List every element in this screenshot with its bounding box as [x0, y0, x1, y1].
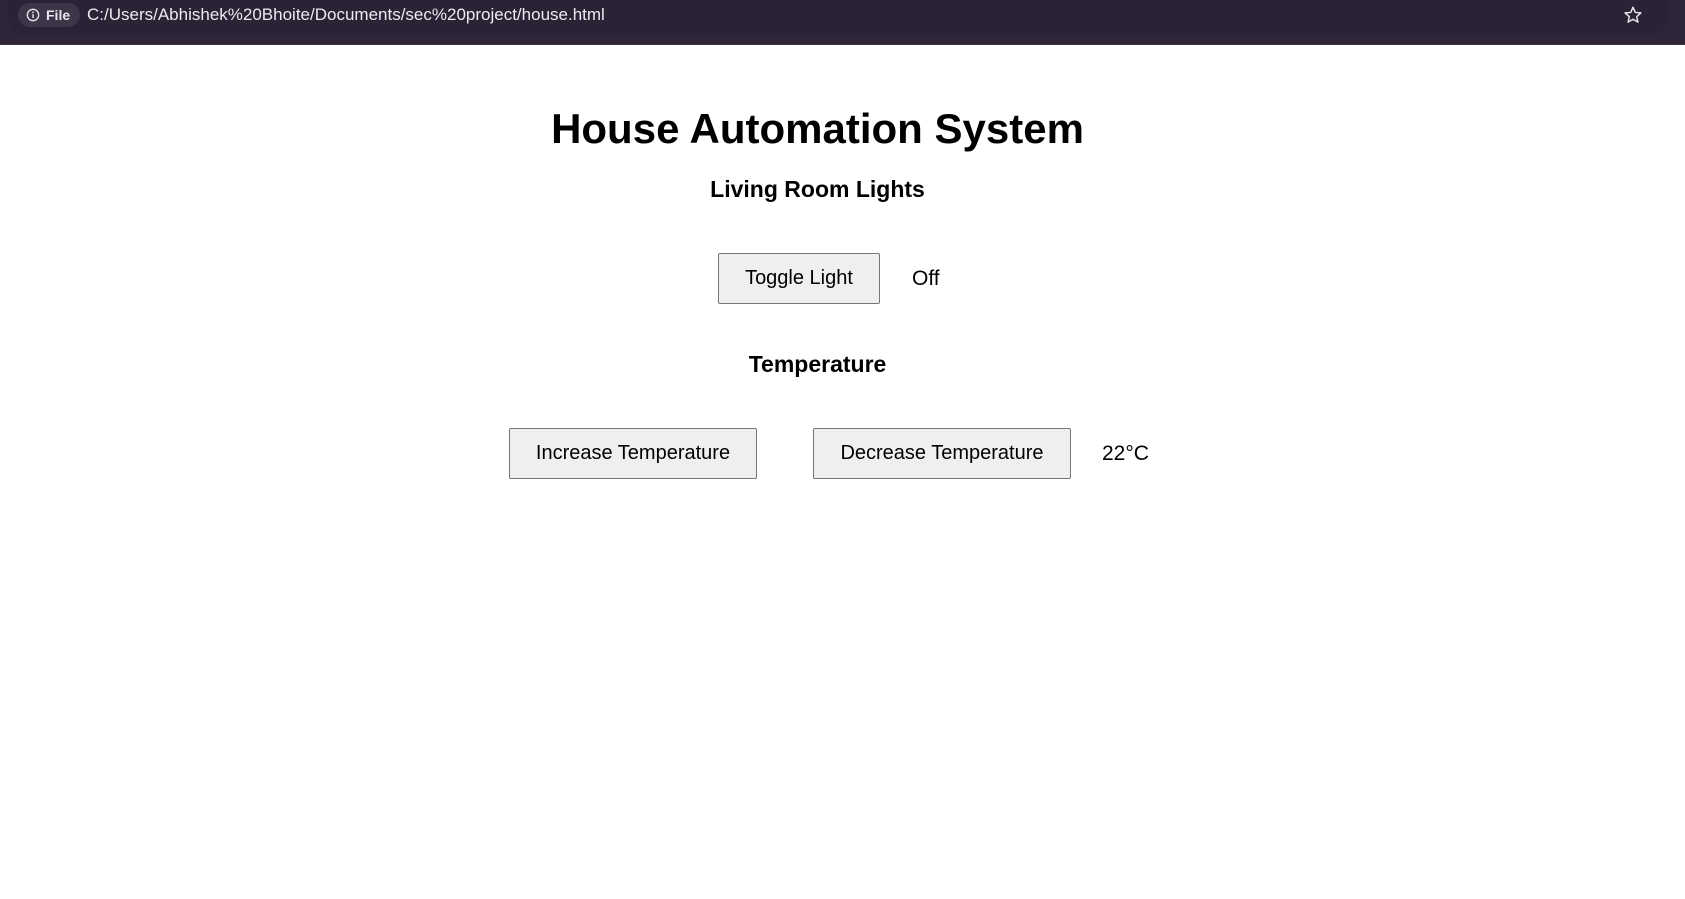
browser-toolbar: File C:/Users/Abhishek%20Bhoite/Document…	[0, 0, 1685, 45]
light-status: Off	[912, 267, 940, 290]
toggle-light-button[interactable]: Toggle Light	[718, 253, 880, 304]
site-info-label: File	[46, 7, 71, 23]
address-bar[interactable]: File C:/Users/Abhishek%20Bhoite/Document…	[8, 0, 1668, 34]
site-info-chip[interactable]: File	[18, 3, 81, 27]
url-text[interactable]: C:/Users/Abhishek%20Bhoite/Documents/sec…	[87, 5, 605, 25]
temperature-heading: Temperature	[748, 351, 887, 377]
decrease-temperature-button[interactable]: Decrease Temperature	[813, 428, 1071, 479]
increase-temperature-button[interactable]: Increase Temperature	[509, 428, 757, 479]
temperature-value: 22°C	[1102, 442, 1149, 465]
lights-heading: Living Room Lights	[710, 176, 925, 202]
page-title: House Automation System	[551, 105, 1084, 152]
info-icon	[26, 8, 40, 22]
star-icon[interactable]	[1622, 4, 1644, 26]
